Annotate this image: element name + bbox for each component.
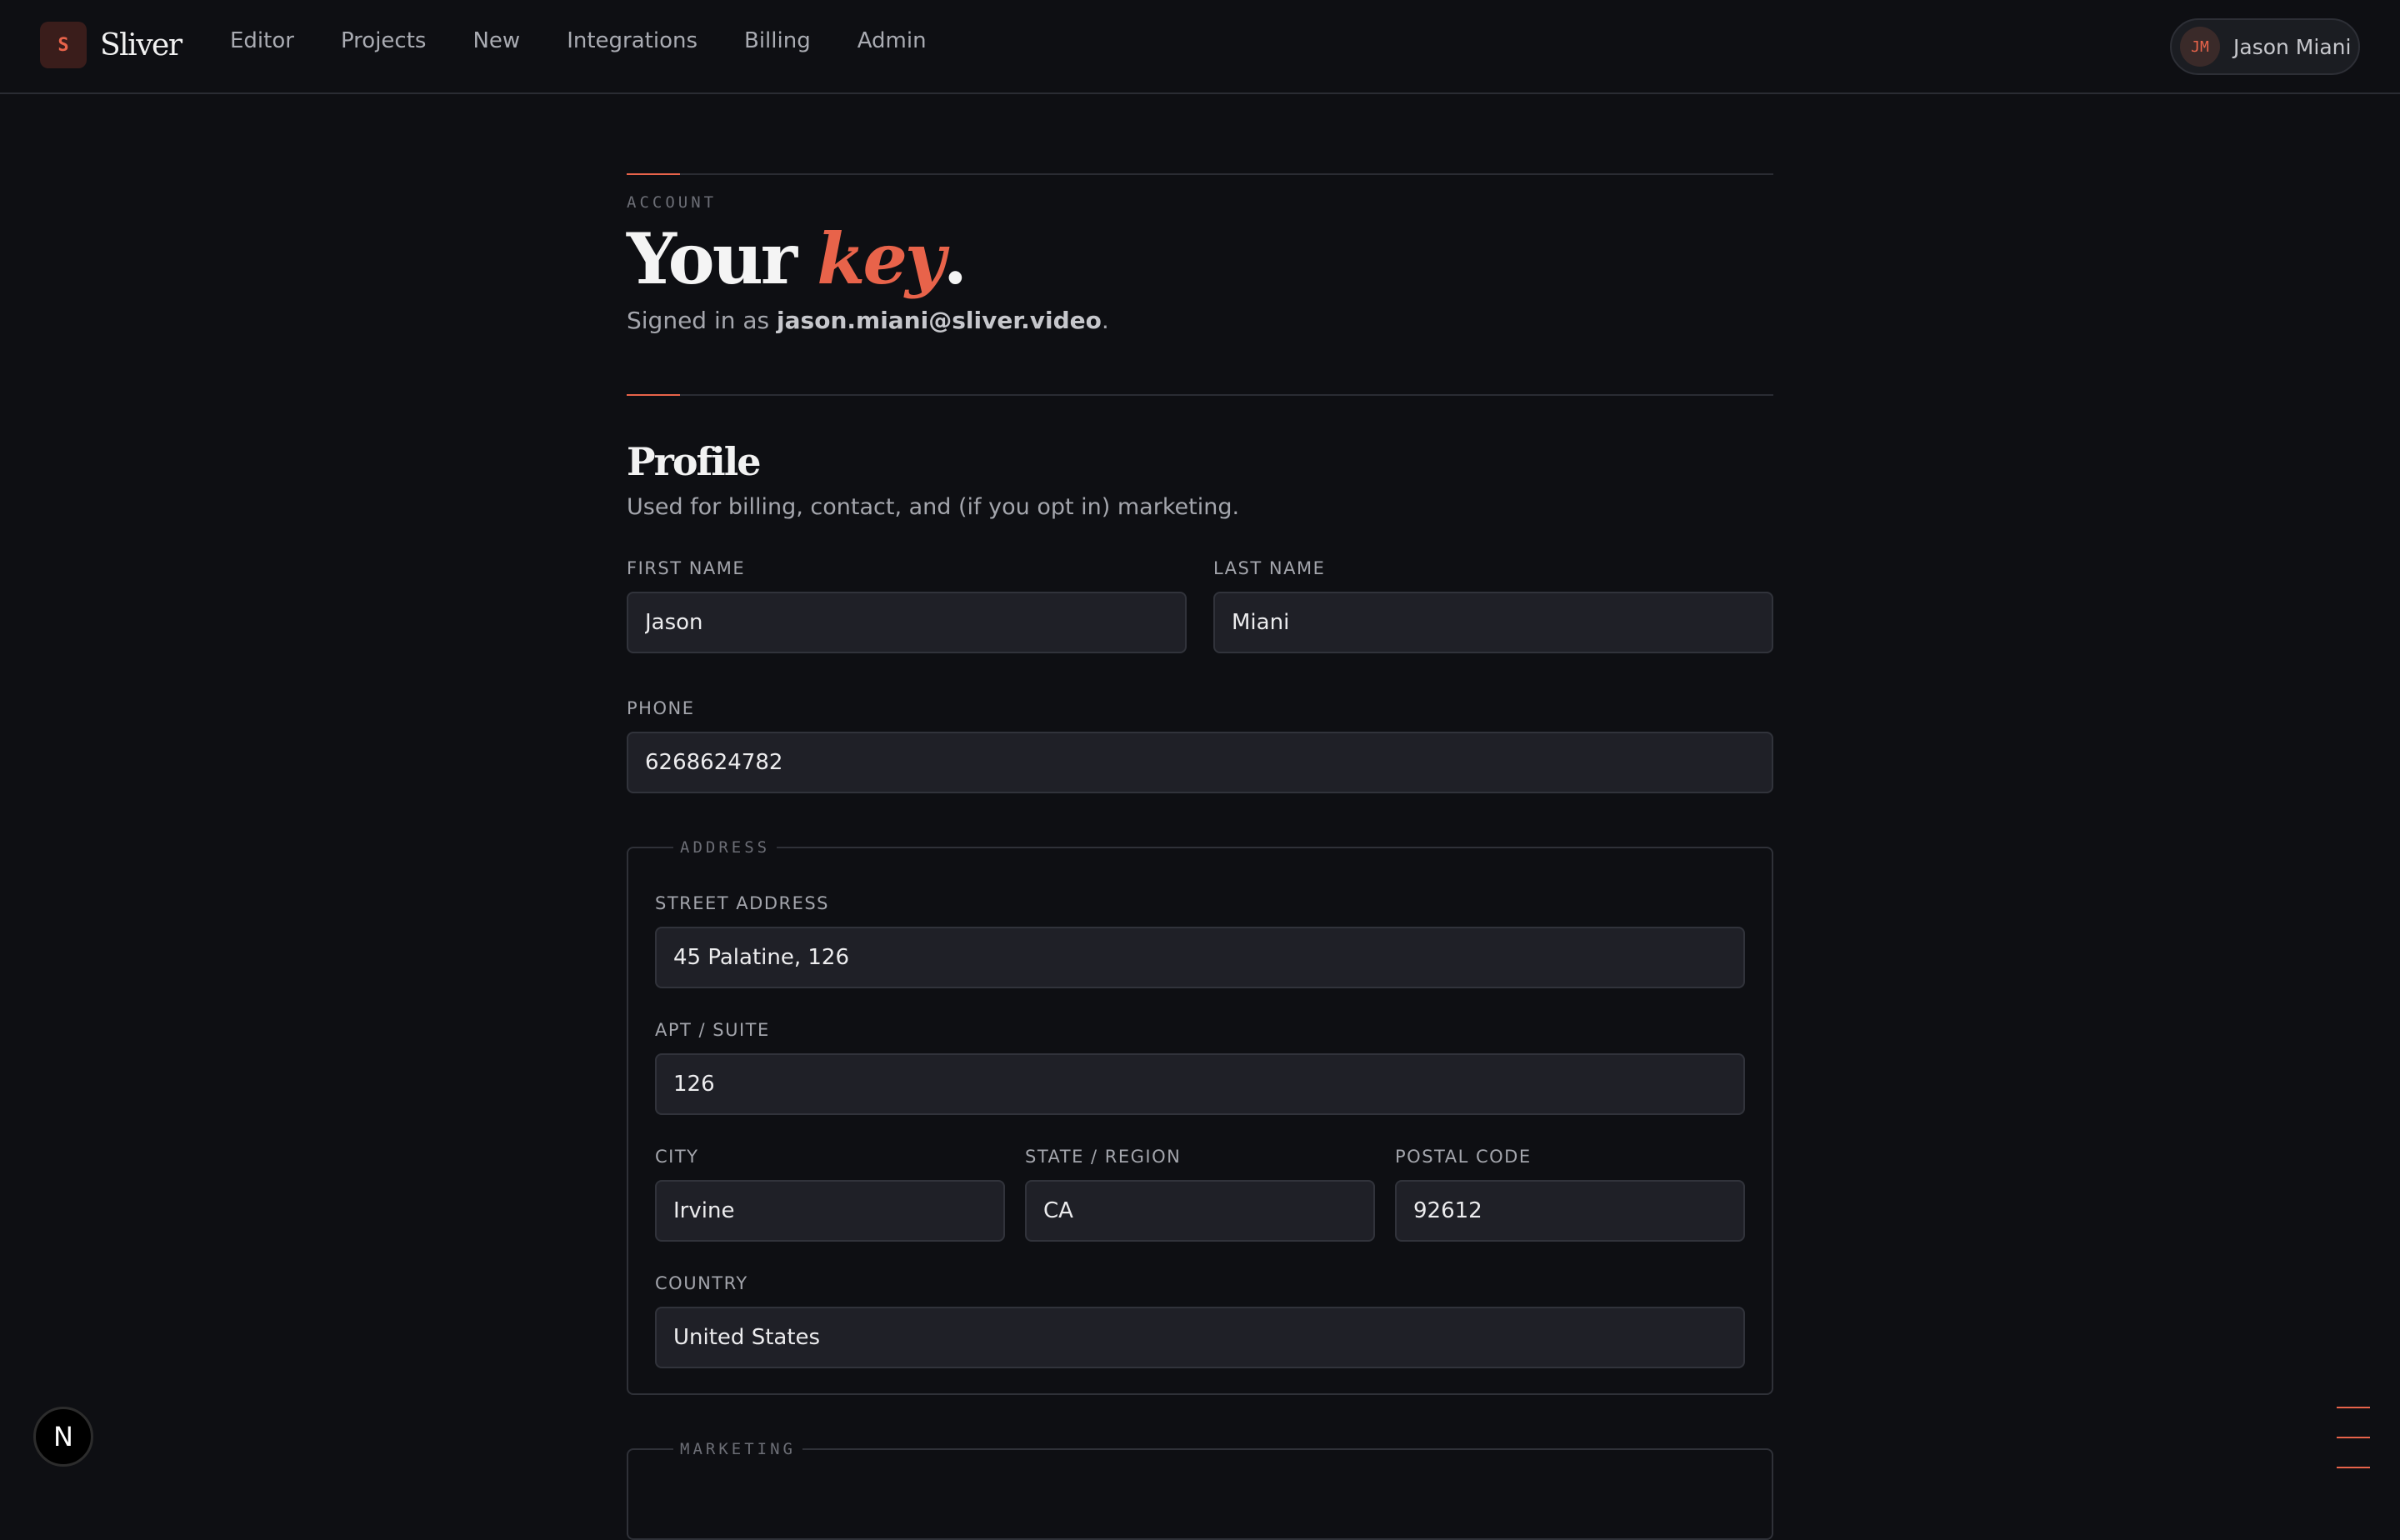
country-label: COUNTRY: [655, 1273, 748, 1294]
last-name-group: LAST NAME: [1213, 558, 1773, 654]
street-address-field[interactable]: [655, 927, 1745, 989]
page-title: Your key.: [627, 218, 1773, 300]
first-name-field[interactable]: [627, 592, 1187, 654]
apt-group: APT / SUITE: [655, 1020, 1745, 1116]
state-group: STATE / REGION: [1025, 1147, 1375, 1242]
divider-accent: [627, 394, 680, 397]
nav-item-admin[interactable]: Admin: [858, 28, 927, 53]
city-field[interactable]: [655, 1180, 1005, 1242]
marketing-legend: MARKETING: [680, 1440, 796, 1459]
signed-in-email: jason.miani@sliver.video: [777, 307, 1102, 335]
title-emphasis: key: [817, 218, 945, 300]
main-nav: Editor Projects New Integrations Billing…: [230, 28, 973, 53]
page-eyebrow: ACCOUNT: [627, 193, 718, 212]
state-label: STATE / REGION: [1025, 1147, 1182, 1168]
phone-label: PHONE: [627, 698, 695, 719]
nav-item-integrations[interactable]: Integrations: [567, 28, 698, 53]
nav-item-new[interactable]: New: [472, 28, 520, 53]
account-page: ACCOUNT Your key. Signed in as jason.mia…: [627, 173, 1773, 1540]
city-label: CITY: [655, 1147, 699, 1168]
nav-item-projects[interactable]: Projects: [341, 28, 427, 53]
avatar: JM: [2180, 27, 2220, 67]
phone-field[interactable]: [627, 732, 1773, 794]
brand-logo[interactable]: S Sliver: [40, 22, 182, 68]
divider-accent: [627, 173, 680, 175]
title-prefix: Your: [627, 218, 818, 300]
first-name-group: FIRST NAME: [627, 558, 1187, 654]
city-group: CITY: [655, 1147, 1005, 1242]
table-of-contents-icon[interactable]: [2337, 1407, 2370, 1497]
country-field[interactable]: [655, 1307, 1745, 1369]
toc-line: [2337, 1467, 2370, 1468]
user-name: Jason Miani: [2233, 34, 2352, 59]
nav-item-editor[interactable]: Editor: [230, 28, 294, 53]
brand-mark-icon: S: [40, 22, 87, 68]
last-name-field[interactable]: [1213, 592, 1773, 654]
state-region-field[interactable]: [1025, 1180, 1375, 1242]
marketing-fieldset: MARKETING: [627, 1440, 1773, 1540]
postal-code-field[interactable]: [1395, 1180, 1745, 1242]
postal-label: POSTAL CODE: [1395, 1147, 1532, 1168]
signed-in-suffix: .: [1101, 307, 1109, 335]
first-name-label: FIRST NAME: [627, 558, 746, 579]
street-label: STREET ADDRESS: [655, 893, 830, 914]
nextjs-dev-badge-icon[interactable]: N: [33, 1407, 93, 1467]
address-legend: ADDRESS: [680, 838, 771, 858]
last-name-label: LAST NAME: [1213, 558, 1326, 579]
apt-suite-field[interactable]: [655, 1053, 1745, 1116]
name-row: FIRST NAME LAST NAME: [627, 558, 1773, 654]
top-nav-bar: S Sliver Editor Projects New Integration…: [0, 0, 2400, 94]
profile-section-title: Profile: [627, 439, 762, 485]
street-group: STREET ADDRESS: [655, 893, 1745, 989]
title-suffix: .: [942, 218, 968, 300]
section-divider: [627, 173, 1773, 175]
toc-line: [2337, 1437, 2370, 1438]
postal-group: POSTAL CODE: [1395, 1147, 1745, 1242]
signed-in-text: Signed in as jason.miani@sliver.video.: [627, 307, 1773, 334]
address-fieldset: ADDRESS STREET ADDRESS APT / SUITE CITY …: [627, 838, 1773, 1396]
user-menu-button[interactable]: JM Jason Miani: [2170, 18, 2360, 75]
signed-in-prefix: Signed in as: [627, 307, 778, 335]
country-group: COUNTRY: [655, 1273, 1745, 1369]
toc-line: [2337, 1407, 2370, 1408]
section-divider: [627, 394, 1773, 397]
brand-name: Sliver: [100, 28, 182, 62]
city-state-postal-row: CITY STATE / REGION POSTAL CODE: [655, 1147, 1745, 1242]
phone-group: PHONE: [627, 698, 1773, 794]
nav-item-billing[interactable]: Billing: [744, 28, 811, 53]
profile-section-subtitle: Used for billing, contact, and (if you o…: [627, 494, 1240, 521]
apt-label: APT / SUITE: [655, 1020, 770, 1041]
